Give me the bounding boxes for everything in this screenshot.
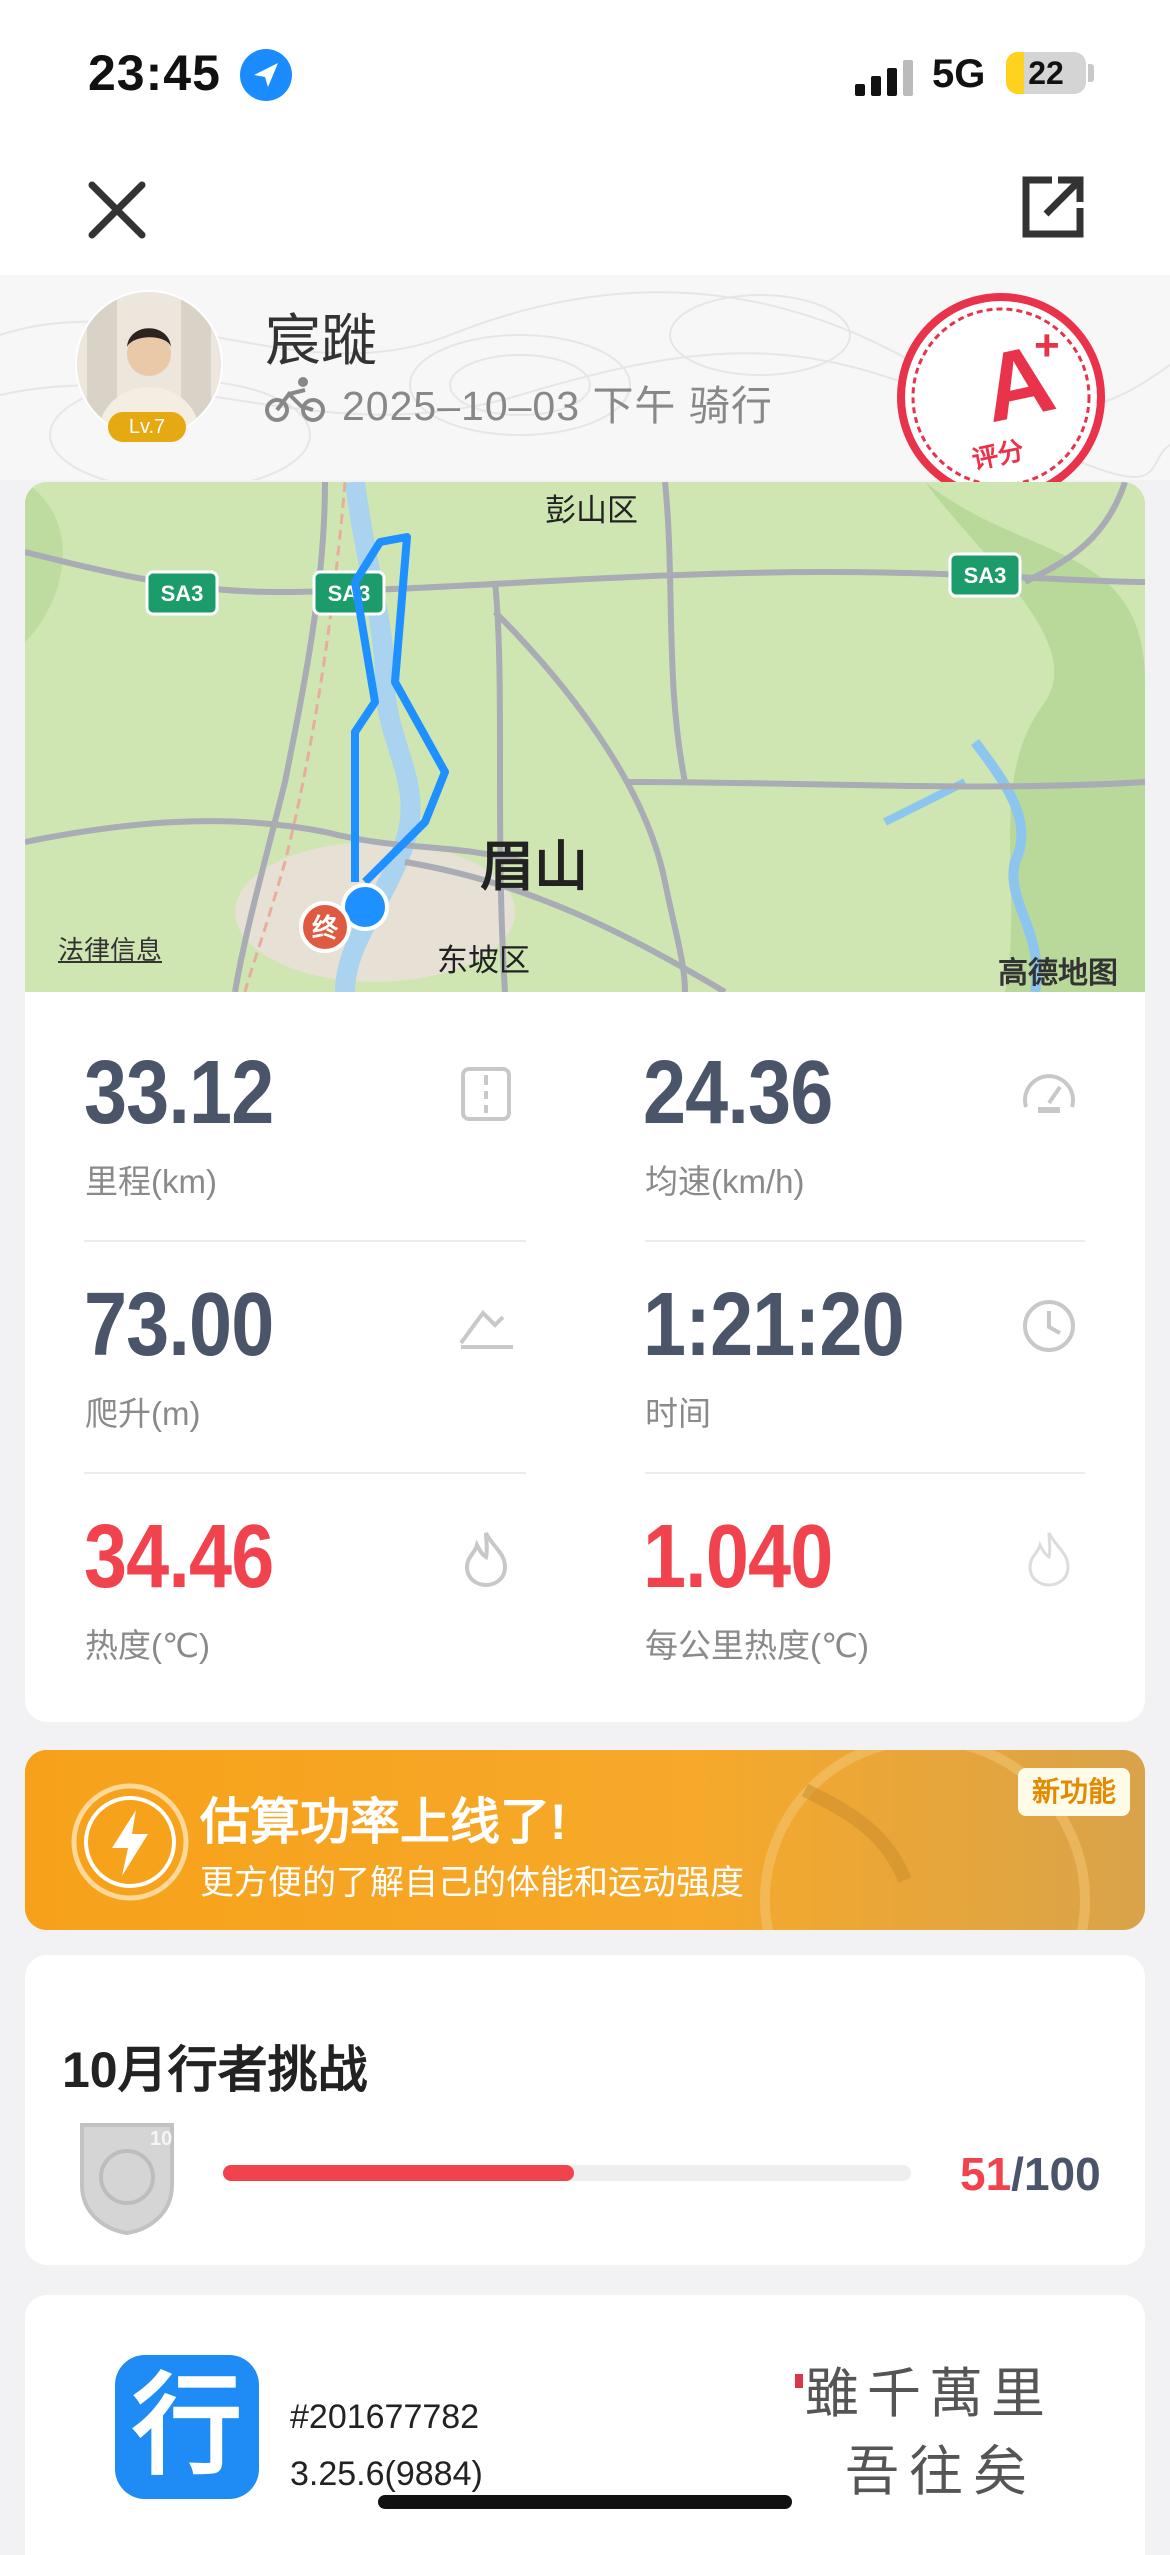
- stats-divider: [84, 1472, 526, 1474]
- avg-speed-label: 均速(km/h): [645, 1163, 805, 1200]
- level-badge: Lv.7: [108, 412, 186, 442]
- status-time: 23:45: [88, 45, 221, 101]
- svg-text:吾往矣: 吾往矣: [845, 2440, 1037, 2503]
- challenge-done: 51: [960, 2148, 1012, 2200]
- close-button[interactable]: [82, 175, 152, 245]
- share-button[interactable]: [1018, 172, 1088, 242]
- svg-text:雖千萬里: 雖千萬里: [805, 2362, 1053, 2425]
- grade-stamp: A + 评分: [894, 290, 1108, 504]
- battery-icon: 22: [1006, 52, 1086, 94]
- heat-per-km-value: 1.040: [643, 1507, 833, 1607]
- road-shield-3: SA3: [948, 552, 1022, 598]
- stats-divider: [84, 1240, 526, 1242]
- road-shield-2: SA3: [312, 570, 386, 616]
- activity-date: 2025–10–03: [342, 383, 581, 429]
- challenge-medal-icon: 10: [72, 2115, 182, 2236]
- status-bar: 23:45 5G 22: [0, 0, 1170, 150]
- heat-label: 热度(℃): [85, 1627, 211, 1664]
- stats-divider: [645, 1240, 1085, 1242]
- lightning-icon: [68, 1780, 193, 1905]
- route-map[interactable]: SA3 SA3 SA3 终: [25, 482, 1145, 992]
- svg-text:10: 10: [150, 2128, 172, 2150]
- climb-icon: [455, 1295, 517, 1357]
- challenge-card[interactable]: [25, 1955, 1145, 2265]
- app-logo-icon: 行: [115, 2355, 259, 2499]
- map-label-dongpo: 东坡区: [437, 943, 530, 978]
- challenge-progress-bar: [223, 2165, 911, 2181]
- distance-label: 里程(km): [85, 1163, 217, 1200]
- heat-value: 34.46: [84, 1507, 274, 1607]
- svg-text:SA3: SA3: [964, 563, 1007, 588]
- climb-value: 73.00: [84, 1275, 274, 1375]
- close-icon: [88, 181, 146, 239]
- share-icon: [1022, 176, 1084, 238]
- app-version: 3.25.6(9884): [290, 2455, 483, 2493]
- home-indicator[interactable]: [378, 2495, 792, 2509]
- grade-plus: +: [1034, 321, 1060, 370]
- network-type: 5G: [932, 52, 986, 96]
- record-id: #201677782: [290, 2398, 480, 2436]
- banner-subtitle: 更方便的了解自己的体能和运动强度: [200, 1864, 744, 1902]
- banner-title: 估算功率上线了!: [200, 1794, 567, 1850]
- battery-level: 22: [1028, 55, 1064, 91]
- challenge-title: 10月行者挑战: [62, 2042, 368, 2098]
- new-feature-badge: 新功能: [1018, 1768, 1130, 1816]
- svg-text:SA3: SA3: [161, 581, 204, 606]
- distance-value: 33.12: [84, 1043, 274, 1143]
- map-label-pengshan: 彭山区: [545, 493, 638, 528]
- flame-outline-icon: [1018, 1527, 1080, 1589]
- bike-icon: [265, 376, 325, 424]
- road-shield-1: SA3: [145, 570, 219, 616]
- location-arrow-icon: [240, 49, 292, 101]
- avg-speed-value: 24.36: [643, 1043, 833, 1143]
- activity-type: 骑行: [688, 383, 773, 429]
- signal-icon: [855, 58, 915, 96]
- clock-icon: [1018, 1295, 1080, 1357]
- activity-meta: 2025–10–03 下午 骑行: [342, 372, 773, 432]
- svg-text:SA3: SA3: [328, 581, 371, 606]
- road-icon: [455, 1063, 517, 1125]
- flame-icon: [455, 1527, 517, 1589]
- end-marker-label: 终: [312, 913, 339, 944]
- map-label-meishan: 眉山: [480, 837, 588, 897]
- battery-cap: [1088, 64, 1094, 82]
- map-provider-logo: 高德地图: [998, 957, 1118, 990]
- duration-value: 1:21:20: [643, 1275, 905, 1375]
- nav-bar: [0, 150, 1170, 275]
- user-name: 宸蹝: [265, 309, 377, 372]
- speedometer-icon: [1018, 1063, 1080, 1125]
- activity-period: 下午: [592, 383, 677, 429]
- challenge-count: 51/100: [960, 2147, 1101, 2201]
- challenge-separator: /: [1011, 2148, 1024, 2200]
- calligraphy-seal: 雖千萬里 吾往矣: [795, 2350, 1055, 2510]
- legal-info-link[interactable]: 法律信息: [58, 930, 162, 967]
- map-canvas: SA3 SA3 SA3 终: [25, 482, 1145, 992]
- stats-divider: [645, 1472, 1085, 1474]
- challenge-progress-fill: [223, 2165, 574, 2181]
- heat-per-km-label: 每公里热度(℃): [645, 1627, 870, 1664]
- duration-label: 时间: [645, 1395, 711, 1432]
- climb-label: 爬升(m): [85, 1395, 201, 1432]
- challenge-total: 100: [1023, 2148, 1101, 2200]
